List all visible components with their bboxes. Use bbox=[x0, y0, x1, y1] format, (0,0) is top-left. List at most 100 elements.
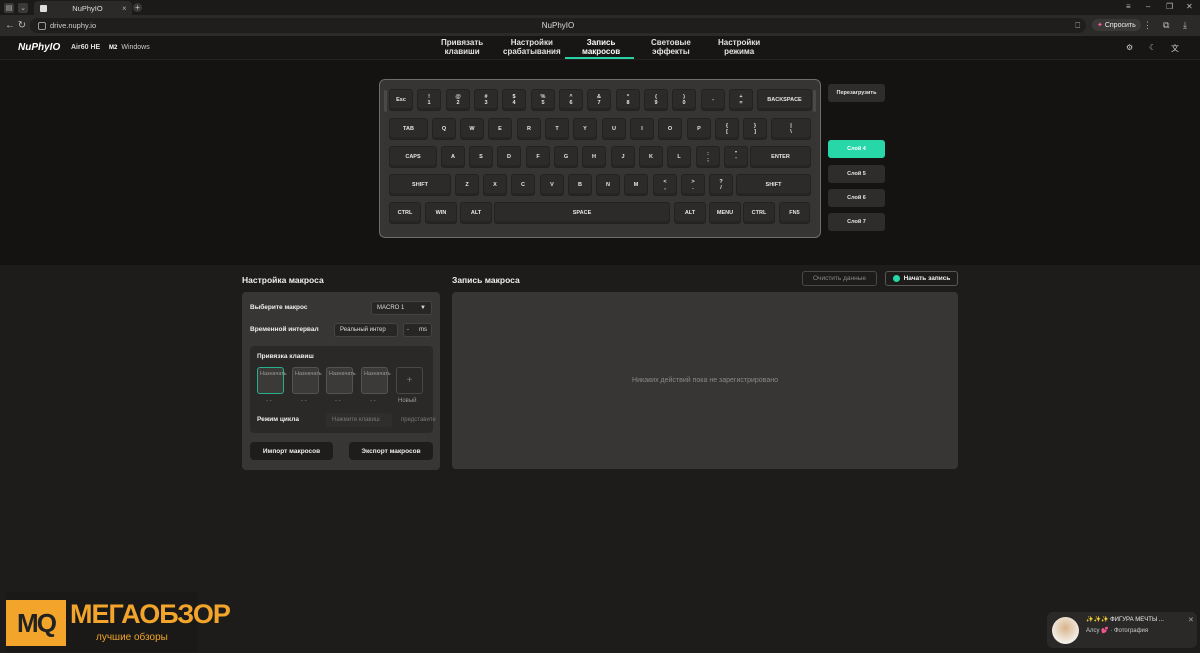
settings-gear-icon[interactable]: ⚙ bbox=[1126, 43, 1133, 52]
key--r2c11[interactable]: " ' bbox=[724, 146, 748, 168]
key-2-r0c2[interactable]: @ 2 bbox=[446, 89, 470, 111]
browser-menu-lines-icon[interactable]: ≡ bbox=[1126, 2, 1131, 11]
key-alt-r4c4[interactable]: ALT bbox=[674, 202, 706, 224]
browser-menu-icon[interactable]: ▤ bbox=[4, 2, 14, 13]
more-icon[interactable]: ⋮ bbox=[1143, 20, 1152, 31]
key-enter-r2c12[interactable]: ENTER bbox=[750, 146, 811, 168]
key-d-r2c3[interactable]: D bbox=[497, 146, 521, 168]
notification-close-icon[interactable]: ✕ bbox=[1188, 616, 1194, 624]
key-tab-r1c0[interactable]: TAB bbox=[389, 118, 428, 140]
minimize-icon[interactable]: – bbox=[1146, 2, 1150, 11]
key-q-r1c1[interactable]: Q bbox=[432, 118, 456, 140]
binding-slot-4[interactable]: Назначать bbox=[361, 367, 391, 394]
key-o-r1c9[interactable]: O bbox=[658, 118, 682, 140]
new-tab-button[interactable]: + bbox=[133, 3, 142, 12]
key-menu-r4c5[interactable]: MENU bbox=[709, 202, 741, 224]
layer-7-button[interactable]: Слой 7 bbox=[828, 213, 885, 231]
nav-lighting[interactable]: Световые эффекты bbox=[651, 38, 691, 56]
restore-icon[interactable]: ❐ bbox=[1166, 2, 1173, 11]
key-space-r4c3[interactable]: SPACE bbox=[494, 202, 670, 224]
language-icon[interactable]: 文 bbox=[1171, 43, 1179, 54]
download-icon[interactable]: ⤓ bbox=[1183, 20, 1187, 31]
key-5-r0c5[interactable]: % 5 bbox=[531, 89, 555, 111]
key--r2c10[interactable]: : ; bbox=[696, 146, 720, 168]
reload-icon[interactable]: ↻ bbox=[16, 20, 28, 31]
clear-data-button[interactable]: Очистить данные bbox=[802, 271, 877, 286]
key-0-r0c10[interactable]: ) 0 bbox=[672, 89, 696, 111]
key--r1c13[interactable]: | \ bbox=[771, 118, 811, 140]
export-macros-button[interactable]: Экспорт макросов bbox=[349, 442, 433, 460]
tab-close-icon[interactable]: × bbox=[122, 4, 132, 13]
knob-left[interactable] bbox=[384, 90, 387, 112]
key-a-r2c1[interactable]: A bbox=[441, 146, 465, 168]
import-macros-button[interactable]: Импорт макросов bbox=[250, 442, 333, 460]
key-j-r2c7[interactable]: J bbox=[611, 146, 635, 168]
key-backspace-r0c13[interactable]: BACKSPACE bbox=[757, 89, 812, 111]
loop-repeat-input[interactable]: представите bbox=[395, 413, 439, 427]
layer-6-button[interactable]: Слой 6 bbox=[828, 189, 885, 207]
ask-button[interactable]: ✦ Спросить bbox=[1092, 19, 1141, 31]
key-s-r2c2[interactable]: S bbox=[469, 146, 493, 168]
key-r-r1c4[interactable]: R bbox=[517, 118, 541, 140]
key-caps-r2c0[interactable]: CAPS bbox=[389, 146, 437, 168]
key-c-r3c3[interactable]: C bbox=[511, 174, 535, 196]
key-y-r1c6[interactable]: Y bbox=[573, 118, 597, 140]
binding-slot-1[interactable]: Назначать bbox=[257, 367, 287, 394]
theme-moon-icon[interactable]: ☾ bbox=[1149, 43, 1156, 52]
key-n-r3c6[interactable]: N bbox=[596, 174, 620, 196]
key-p-r1c10[interactable]: P bbox=[687, 118, 711, 140]
key-u-r1c7[interactable]: U bbox=[602, 118, 626, 140]
start-recording-button[interactable]: Начать запись bbox=[885, 271, 958, 286]
reload-button[interactable]: Перезагрузить bbox=[828, 84, 885, 102]
key--r3c9[interactable]: > . bbox=[681, 174, 705, 196]
key-1-r0c1[interactable]: ! 1 bbox=[417, 89, 441, 111]
key-v-r3c4[interactable]: V bbox=[540, 174, 564, 196]
key-l-r2c9[interactable]: L bbox=[667, 146, 691, 168]
key--r3c8[interactable]: < , bbox=[653, 174, 677, 196]
os-mode[interactable]: M2 Windows bbox=[109, 44, 150, 51]
device-model[interactable]: Air60 HE bbox=[71, 44, 100, 51]
nav-actuation[interactable]: Настройки срабатывания bbox=[503, 38, 561, 56]
key-esc-r0c0[interactable]: Esc bbox=[389, 89, 413, 111]
key-win-r4c1[interactable]: WIN bbox=[425, 202, 457, 224]
knob-right[interactable] bbox=[813, 90, 816, 112]
interval-select[interactable]: Реальный интер bbox=[334, 323, 398, 337]
key-t-r1c5[interactable]: T bbox=[545, 118, 569, 140]
key-alt-r4c2[interactable]: ALT bbox=[460, 202, 492, 224]
key-b-r3c5[interactable]: B bbox=[568, 174, 592, 196]
add-binding-button[interactable]: + bbox=[396, 367, 423, 394]
key-f-r2c4[interactable]: F bbox=[526, 146, 550, 168]
key-shift-r3c0[interactable]: SHIFT bbox=[389, 174, 451, 196]
nav-mode-settings[interactable]: Настройки режима bbox=[718, 38, 760, 56]
key-m-r3c7[interactable]: M bbox=[624, 174, 648, 196]
key-fn5-r4c7[interactable]: FN5 bbox=[779, 202, 810, 224]
binding-slot-2[interactable]: Назначать bbox=[292, 367, 322, 394]
nav-macros[interactable]: Запись макросов bbox=[582, 38, 620, 56]
layer-5-button[interactable]: Слой 5 bbox=[828, 165, 885, 183]
key-3-r0c3[interactable]: # 3 bbox=[474, 89, 498, 111]
key-8-r0c8[interactable]: * 8 bbox=[616, 89, 640, 111]
key-i-r1c8[interactable]: I bbox=[630, 118, 654, 140]
site-info-icon[interactable] bbox=[38, 21, 46, 30]
back-icon[interactable]: ← bbox=[4, 20, 16, 31]
layer-4-button[interactable]: Слой 4 bbox=[828, 140, 885, 158]
key-ctrl-r4c6[interactable]: CTRL bbox=[743, 202, 775, 224]
key--r0c11[interactable]: - bbox=[701, 89, 725, 111]
key-shift-r3c11[interactable]: SHIFT bbox=[736, 174, 811, 196]
browser-tab[interactable]: NuPhyIO × bbox=[34, 1, 132, 15]
binding-slot-3[interactable]: Назначать bbox=[326, 367, 356, 394]
key-ctrl-r4c0[interactable]: CTRL bbox=[389, 202, 421, 224]
loop-key-input[interactable]: Нажмите клавиш bbox=[326, 413, 392, 427]
tab-list-chevron-icon[interactable]: ⌄ bbox=[18, 2, 28, 13]
key-x-r3c2[interactable]: X bbox=[483, 174, 507, 196]
interval-ms-input[interactable]: - ms bbox=[403, 323, 432, 337]
macro-select[interactable]: MACRO 1 ▼ bbox=[371, 301, 432, 315]
key--r3c10[interactable]: ? / bbox=[709, 174, 733, 196]
key-7-r0c7[interactable]: & 7 bbox=[587, 89, 611, 111]
key-z-r3c1[interactable]: Z bbox=[455, 174, 479, 196]
key-e-r1c3[interactable]: E bbox=[488, 118, 512, 140]
close-window-icon[interactable]: ✕ bbox=[1186, 2, 1193, 11]
bookmark-icon[interactable]: ⎕ bbox=[1075, 21, 1080, 31]
key--r0c12[interactable]: + = bbox=[729, 89, 753, 111]
key-g-r2c5[interactable]: G bbox=[554, 146, 578, 168]
